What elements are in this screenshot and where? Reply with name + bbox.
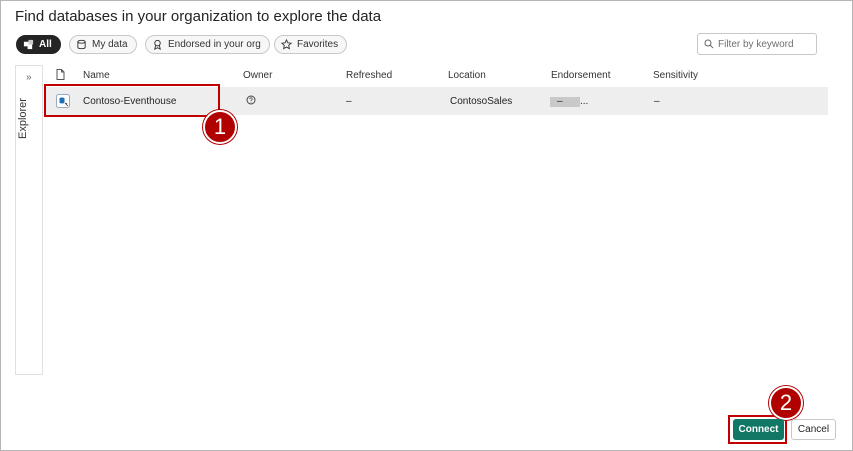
column-header-owner[interactable]: Owner — [243, 70, 272, 81]
filter-chip-endorsed[interactable]: Endorsed in your org — [145, 35, 270, 54]
column-header-location[interactable]: Location — [448, 70, 486, 81]
row-location-ellipsis: ... — [580, 96, 589, 107]
star-icon — [281, 39, 292, 50]
row-refreshed: – — [346, 96, 352, 107]
file-icon — [56, 69, 65, 80]
explorer-pane-collapsed[interactable]: » Explorer — [15, 65, 42, 375]
explorer-label: Explorer — [17, 98, 29, 139]
ribbon-icon — [154, 39, 161, 50]
table-header: Name Owner Refreshed Location Endorsemen… — [43, 65, 828, 85]
cancel-button[interactable]: Cancel — [791, 419, 836, 440]
filter-chip-label: My data — [92, 39, 128, 50]
row-endorsement: – — [557, 96, 563, 107]
row-location: ContosoSales — [450, 96, 513, 107]
highlight-box-step-1 — [44, 84, 220, 117]
filter-chip-label: Favorites — [297, 39, 339, 50]
filter-chip-my-data[interactable]: My data — [69, 35, 137, 54]
filter-search-input[interactable] — [718, 38, 813, 50]
step-badge-2: 2 — [769, 386, 803, 420]
filter-chip-all[interactable]: All — [16, 35, 61, 54]
row-sensitivity: – — [654, 96, 660, 107]
column-header-refreshed[interactable]: Refreshed — [346, 70, 392, 81]
filter-chip-label: All — [39, 39, 52, 50]
connect-button[interactable]: Connect — [733, 419, 784, 440]
column-header-name[interactable]: Name — [83, 70, 110, 81]
cube-stack-icon — [23, 39, 34, 50]
filter-search-box[interactable] — [697, 33, 817, 55]
step-badge-1: 1 — [203, 110, 237, 144]
column-header-endorsement[interactable]: Endorsement — [551, 70, 610, 81]
redacted-location-block — [550, 97, 580, 107]
dialog-title: Find databases in your organization to e… — [15, 8, 382, 25]
filter-chip-label: Endorsed in your org — [168, 39, 261, 50]
search-icon — [704, 39, 714, 49]
database-icon — [77, 39, 86, 50]
question-circle-icon — [246, 95, 256, 105]
filter-chip-favorites[interactable]: Favorites — [274, 35, 348, 54]
expand-chevron-icon[interactable]: » — [26, 72, 32, 83]
column-header-sensitivity[interactable]: Sensitivity — [653, 70, 698, 81]
